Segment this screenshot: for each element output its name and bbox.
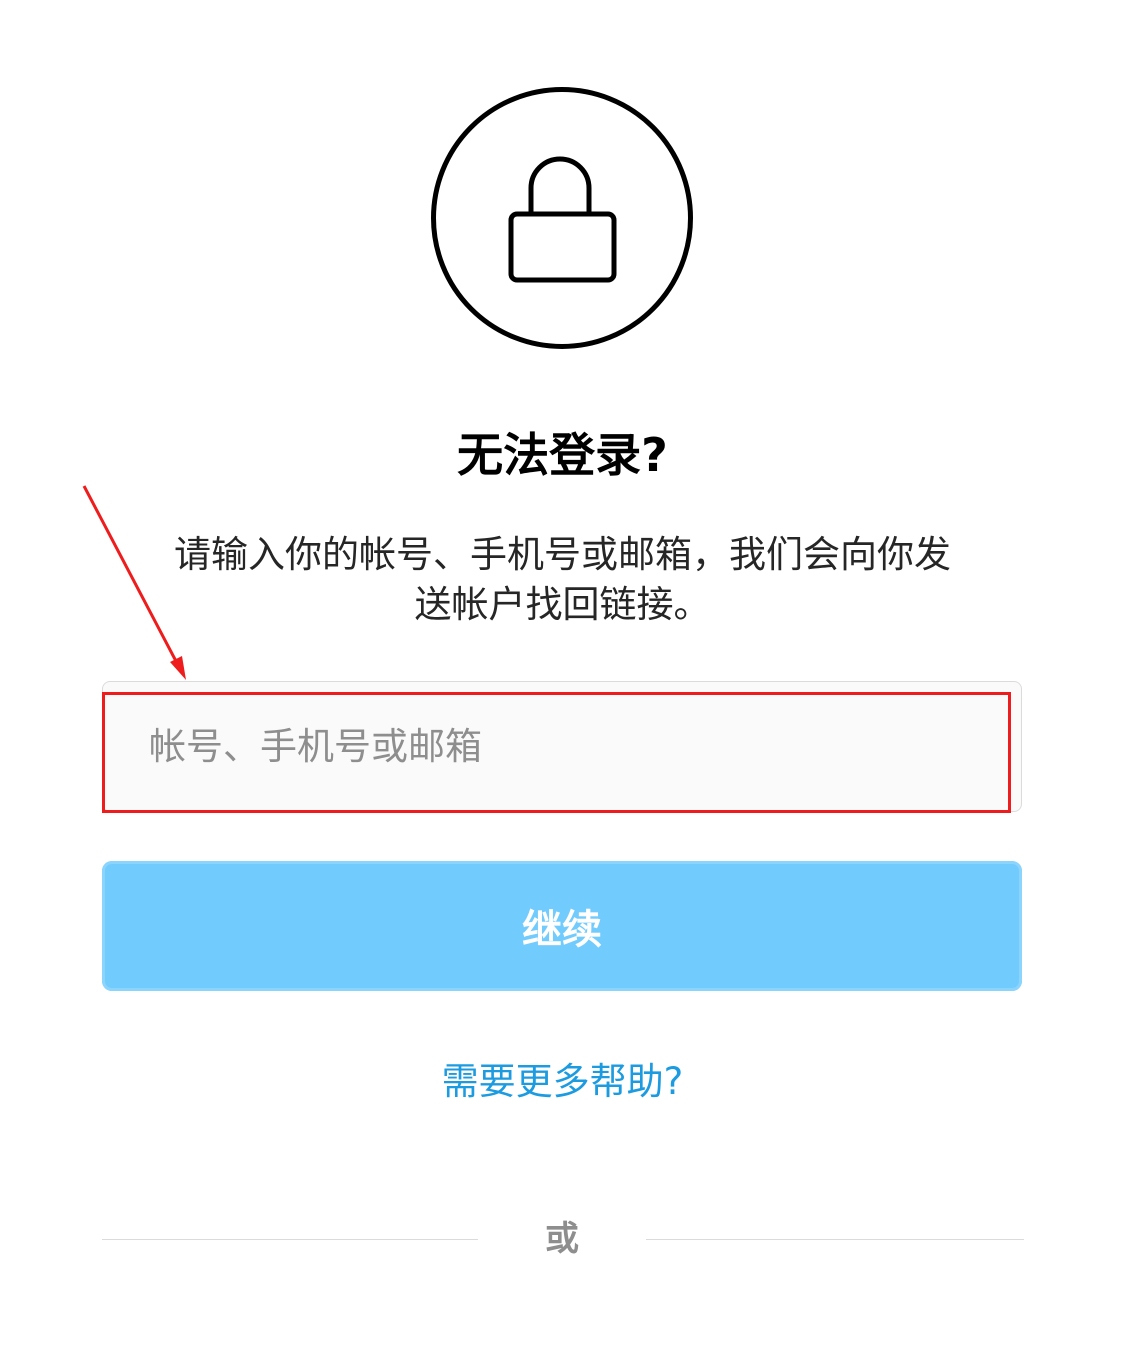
- account-input-container: [102, 681, 1022, 812]
- instruction-text: 请输入你的帐号、手机号或邮箱，我们会向你发送帐户找回链接。: [174, 533, 951, 626]
- annotation-arrow-icon: [82, 485, 186, 680]
- divider-left: [102, 1239, 478, 1240]
- continue-button[interactable]: 继续: [102, 861, 1022, 991]
- or-divider-label: 或: [545, 1219, 579, 1259]
- lock-icon: [508, 156, 617, 283]
- account-input[interactable]: [103, 682, 1021, 811]
- divider-right: [646, 1239, 1024, 1240]
- need-help-link[interactable]: 需要更多帮助?: [0, 1054, 1125, 1110]
